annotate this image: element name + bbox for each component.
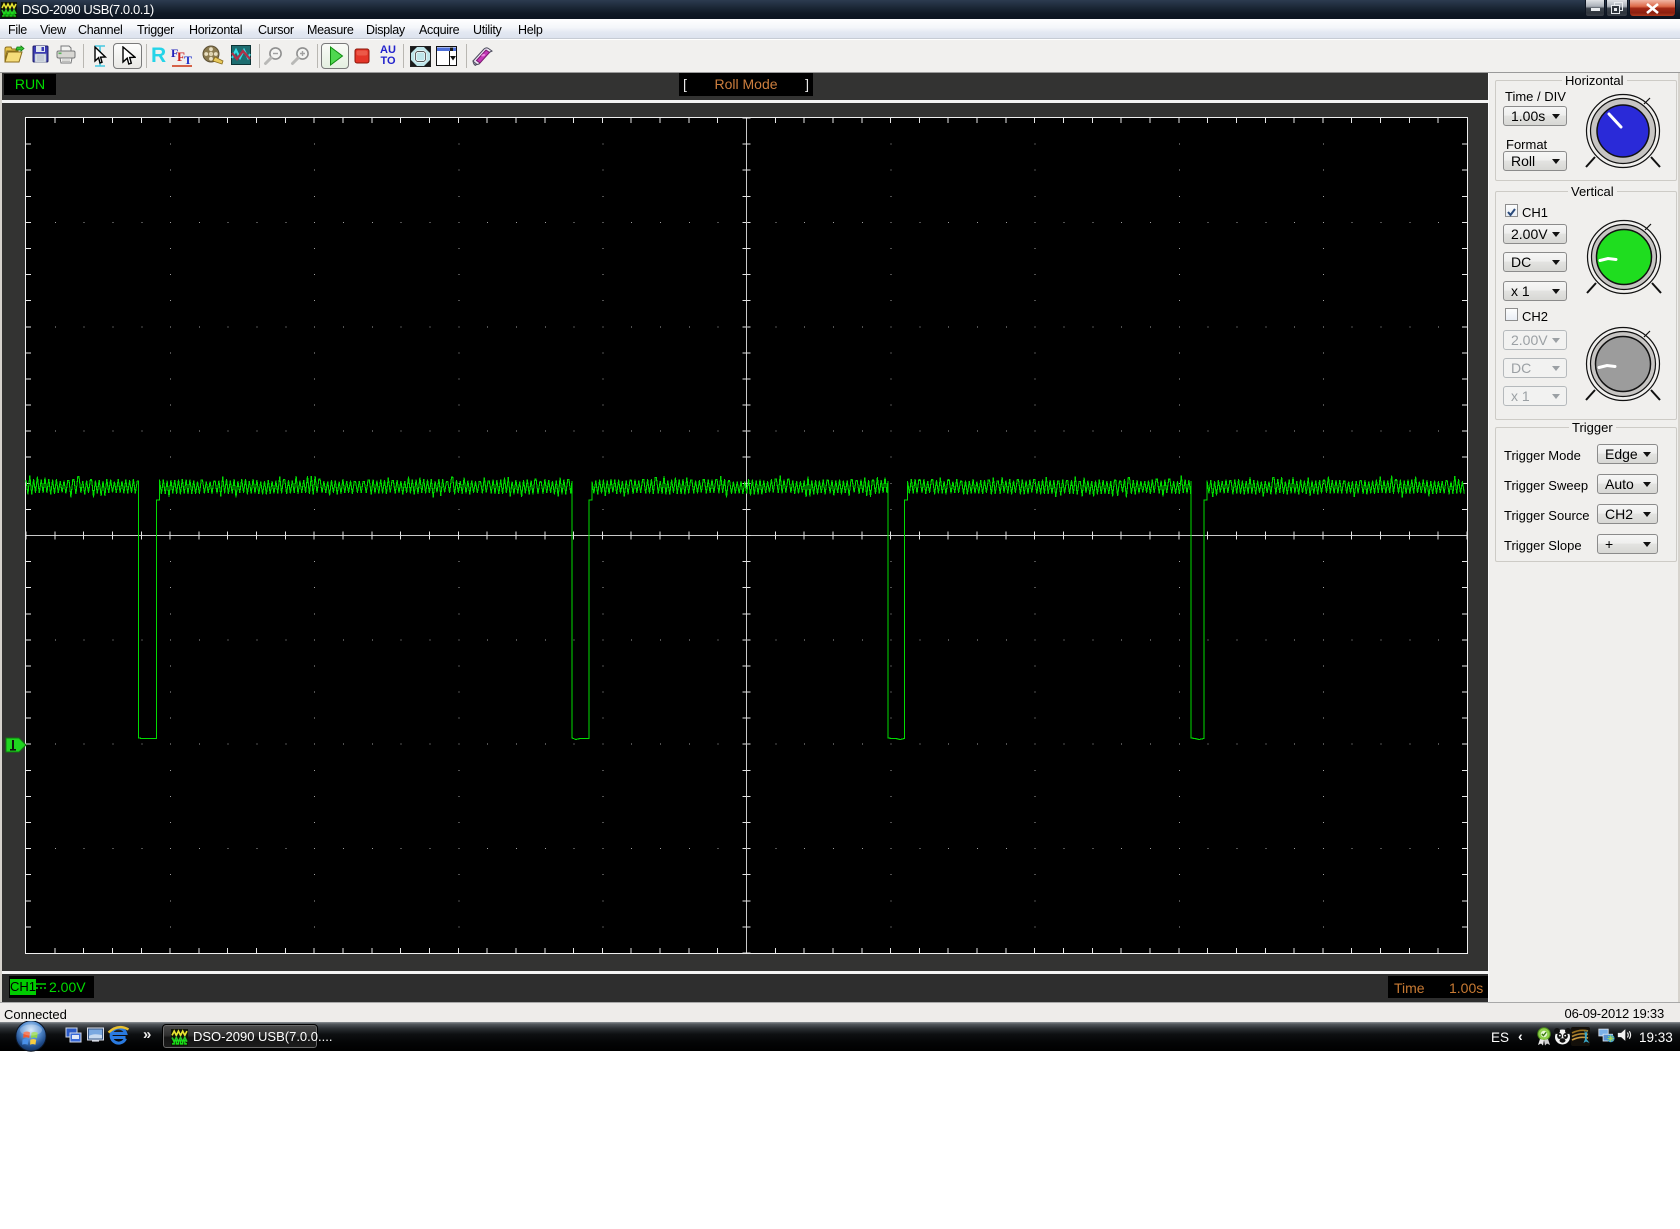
- svg-text:T: T: [184, 53, 192, 67]
